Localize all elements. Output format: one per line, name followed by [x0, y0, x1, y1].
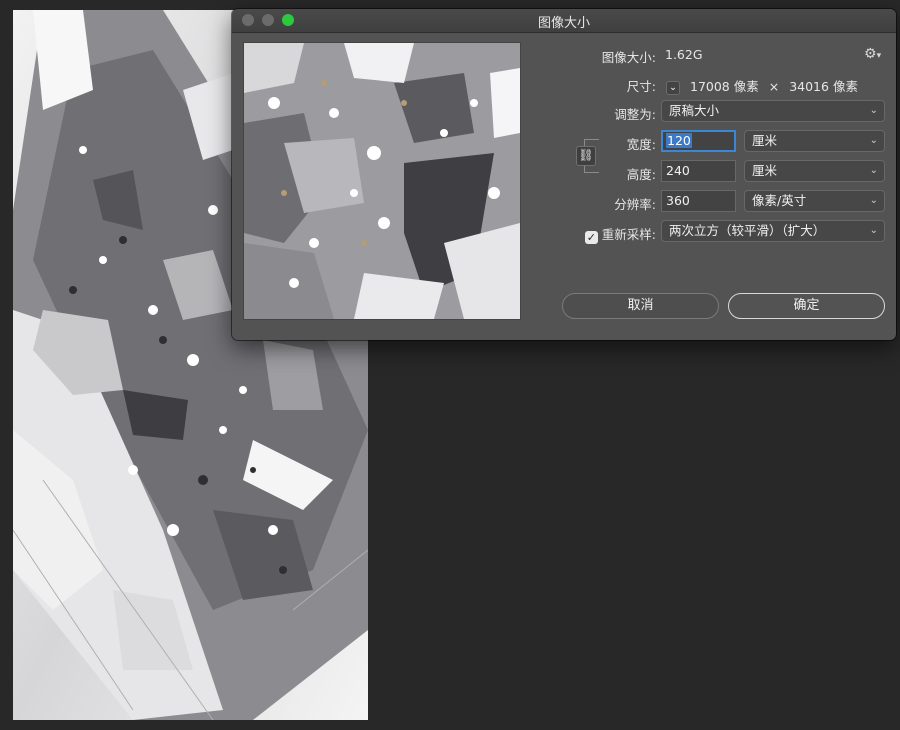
fit-to-label: 调整为: — [614, 107, 656, 122]
title-bar: 图像大小 — [232, 9, 896, 33]
dimensions-label: 尺寸: — [626, 79, 656, 94]
chevron-down-icon: ⌄ — [869, 225, 878, 236]
resolution-unit-select[interactable]: 像素/英寸 ⌄ — [744, 190, 885, 212]
width-unit-select[interactable]: 厘米 ⌄ — [744, 130, 885, 152]
resample-value: 两次立方（较平滑）（扩大） — [669, 223, 826, 238]
chevron-down-icon: ⌄ — [869, 195, 878, 206]
dimensions-dropdown[interactable]: ⌄ — [666, 76, 680, 95]
resample-checkbox[interactable]: ✓ — [584, 231, 598, 244]
checkmark-icon: ✓ — [586, 231, 596, 244]
width-label: 宽度: — [626, 137, 656, 152]
preview-thumbnail — [244, 43, 520, 319]
width-value: 120 — [666, 133, 692, 148]
cancel-button[interactable]: 取消 — [562, 293, 719, 319]
height-input[interactable]: 240 — [661, 160, 736, 182]
fit-to-select[interactable]: 原稿大小 ⌄ — [661, 100, 885, 122]
height-label: 高度: — [626, 167, 656, 182]
height-unit: 厘米 — [752, 163, 778, 178]
width-input[interactable]: 120 — [661, 130, 736, 152]
height-value: 240 — [666, 163, 690, 178]
dimensions-separator: × — [768, 79, 780, 94]
resolution-unit: 像素/英寸 — [752, 193, 807, 208]
height-unit-select[interactable]: 厘米 ⌄ — [744, 160, 885, 182]
chevron-down-icon: ⌄ — [869, 105, 878, 116]
resample-select[interactable]: 两次立方（较平滑）（扩大） ⌄ — [661, 220, 885, 242]
resample-label: 重新采样: — [601, 227, 656, 242]
chevron-down-icon: ⌄ — [666, 81, 680, 95]
dimensions-width: 17008 像素 — [690, 79, 759, 94]
resample-row-label: ✓ 重新采样: — [562, 224, 656, 244]
dimensions-value: 17008 像素 × 34016 像素 — [690, 76, 858, 95]
ok-button[interactable]: 确定 — [728, 293, 885, 319]
gear-icon[interactable]: ⚙▾ — [864, 46, 881, 62]
resolution-value: 360 — [666, 193, 690, 208]
chevron-down-icon: ⌄ — [869, 135, 878, 146]
width-unit: 厘米 — [752, 133, 778, 148]
fit-to-value: 原稿大小 — [669, 103, 720, 118]
chevron-down-icon: ⌄ — [869, 165, 878, 176]
image-preview[interactable] — [244, 43, 520, 319]
image-size-label: 图像大小: — [601, 50, 656, 65]
resolution-label: 分辨率: — [614, 197, 656, 212]
resolution-input[interactable]: 360 — [661, 190, 736, 212]
dimensions-height: 34016 像素 — [789, 79, 858, 94]
image-size-value: 1.62G — [665, 47, 703, 62]
dialog-title: 图像大小 — [537, 16, 590, 31]
image-size-dialog: 图像大小 图像大小: 1.62G ⚙▾ 尺寸: ⌄ 17008 像素 × 340… — [232, 9, 896, 340]
